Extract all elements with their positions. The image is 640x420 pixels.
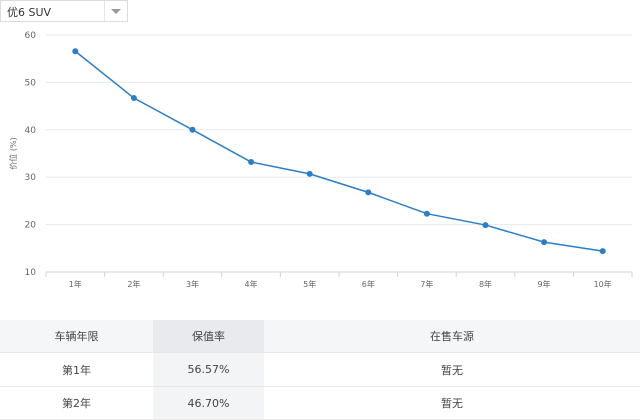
data-point [248,159,255,166]
dropdown-toggle[interactable] [104,1,127,21]
cell-year: 第1年 [62,363,91,377]
x-tick-label: 6年 [362,279,375,289]
x-tick-label: 2年 [127,279,140,289]
data-point [365,189,372,196]
y-tick-label: 60 [25,31,37,41]
data-point [130,95,137,102]
header-available-listings: 在售车源 [430,330,474,343]
model-select[interactable]: 优6 SUV [0,0,128,22]
x-tick-label: 3年 [186,279,199,289]
y-tick-label: 10 [25,268,37,278]
cell-listings: 暂无 [441,397,463,410]
table-row: 第2年 46.70% 暂无 [0,387,640,420]
y-tick-label: 40 [25,126,37,136]
data-point [541,239,548,246]
table-row: 第1年 56.57% 暂无 [0,353,640,387]
header-retention-rate: 保值率 [153,320,264,352]
retention-line-chart: 10 20 30 40 50 60 1年 2年 3年 4年 5年 6年 7年 8年 9年 10年 价位 (%) [8,31,633,289]
x-tick-label: 4年 [245,279,258,289]
cell-rate: 56.57% [153,353,264,386]
cell-rate: 46.70% [153,387,264,419]
cell-listings: 暂无 [441,363,463,377]
x-tick-label: 1年 [69,279,82,289]
header-vehicle-years: 车辆年限 [54,330,99,343]
y-tick-label: 50 [25,78,37,88]
chevron-down-icon [111,9,121,14]
data-point [306,170,313,177]
data-point [189,126,196,133]
data-point [599,248,606,255]
table-header-row: 车辆年限 保值率 在售车源 [0,320,640,353]
data-point [423,210,430,217]
cell-year: 第2年 [62,397,91,410]
y-axis-label: 价位 (%) [8,137,18,169]
x-tick-label: 8年 [479,279,492,289]
model-select-value: 优6 SUV [7,6,52,19]
retention-table: 车辆年限 保值率 在售车源 第1年 56.57% 暂无 第2年 46.70% 暂… [0,320,640,420]
y-tick-label: 30 [25,173,37,183]
data-point [72,48,79,55]
x-tick-label: 7年 [420,279,433,289]
x-tick-label: 5年 [303,279,316,289]
x-tick-label: 9年 [538,279,551,289]
x-tick-label: 10年 [594,279,612,289]
y-tick-label: 20 [25,221,37,231]
data-point [482,222,489,229]
series-line [74,50,603,252]
